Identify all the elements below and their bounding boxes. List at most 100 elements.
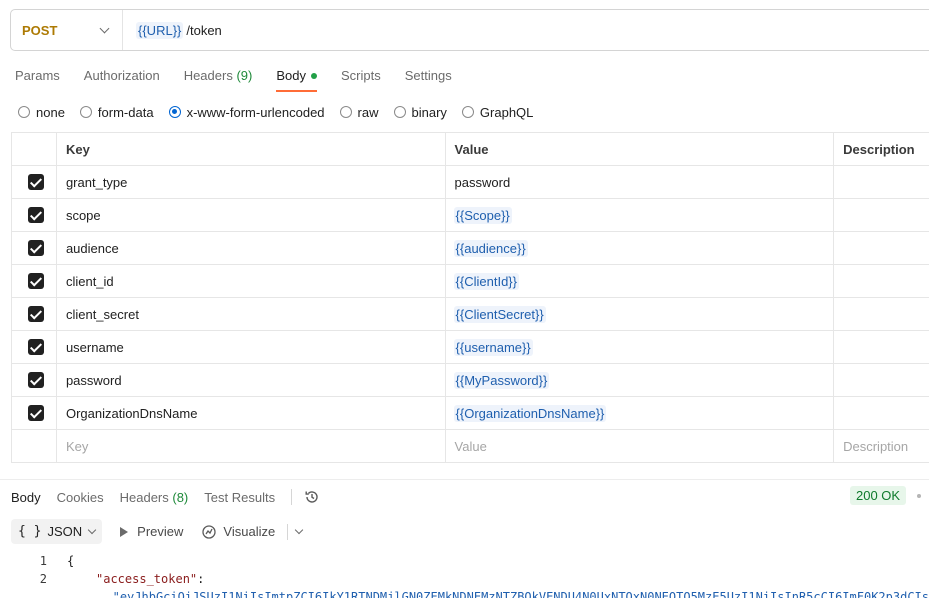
row-description[interactable]: [834, 232, 929, 264]
line-number: 2: [39, 572, 47, 586]
radio-form-data[interactable]: form-data: [79, 105, 154, 120]
row-description[interactable]: [834, 364, 929, 396]
header-checkbox-cell: [12, 133, 57, 165]
value-variable: {{MyPassword}}: [453, 371, 550, 389]
play-icon: [120, 526, 129, 537]
new-value-input[interactable]: Value: [446, 430, 835, 462]
table-row: client_id {{ClientId}}: [12, 265, 929, 298]
new-description-input[interactable]: Description: [834, 430, 929, 462]
code-text: {: [67, 554, 75, 568]
url-variable[interactable]: {{URL}}: [136, 21, 184, 39]
response-code[interactable]: 1 { 2 "access_token": "eyJhbGciOiJSUzI1N…: [0, 552, 929, 598]
row-description[interactable]: [834, 298, 929, 330]
row-value[interactable]: {{OrganizationDnsName}}: [446, 397, 835, 429]
row-description[interactable]: [834, 397, 929, 429]
tab-headers[interactable]: Headers (9): [184, 68, 253, 92]
header-value: Value: [446, 133, 835, 165]
tab-params[interactable]: Params: [15, 68, 60, 92]
row-checkbox[interactable]: [28, 306, 45, 322]
row-key[interactable]: audience: [57, 232, 446, 264]
response-tab-cookies[interactable]: Cookies: [57, 490, 104, 505]
row-key[interactable]: client_secret: [57, 298, 446, 330]
row-checkbox[interactable]: [28, 207, 45, 223]
tab-authorization[interactable]: Authorization: [84, 68, 160, 92]
row-value[interactable]: {{username}}: [446, 331, 835, 363]
row-key[interactable]: client_id: [57, 265, 446, 297]
radio-x-www-form-urlencoded[interactable]: x-www-form-urlencoded: [168, 105, 325, 120]
new-key-input[interactable]: Key: [57, 430, 446, 462]
tab-separator: [291, 489, 293, 505]
history-icon[interactable]: [304, 489, 320, 505]
response-headers-count: (8): [172, 489, 189, 505]
radio-circle[interactable]: [18, 106, 30, 118]
row-checkbox[interactable]: [28, 372, 45, 388]
row-value[interactable]: {{MyPassword}}: [446, 364, 835, 396]
table-new-row: Key Value Description: [12, 430, 929, 463]
row-key[interactable]: scope: [57, 199, 446, 231]
row-key[interactable]: OrganizationDnsName: [57, 397, 446, 429]
row-checkbox[interactable]: [28, 273, 45, 289]
table-row: OrganizationDnsName {{OrganizationDnsNam…: [12, 397, 929, 430]
preview-button[interactable]: Preview: [120, 524, 183, 539]
radio-graphql[interactable]: GraphQL: [461, 105, 533, 120]
radio-circle[interactable]: [393, 106, 406, 118]
json-string: "eyJhbGciOiJSUzI1NiIsImtpZCI6IkY1RTNDMjl…: [112, 590, 929, 598]
row-value[interactable]: {{audience}}: [446, 232, 835, 264]
row-value[interactable]: {{ClientSecret}}: [446, 298, 835, 330]
headers-count: (9): [236, 68, 253, 83]
chevron-down-icon: [99, 23, 110, 33]
row-description[interactable]: [834, 199, 929, 231]
row-description[interactable]: [834, 166, 929, 198]
code-text: "eyJhbGciOiJSUzI1NiIsImtpZCI6IkY1RTNDMjl…: [35, 588, 929, 598]
request-tabs: Params Authorization Headers (9) Body Sc…: [15, 68, 476, 92]
tab-scripts[interactable]: Scripts: [341, 68, 381, 92]
url-bar: POST {{URL}} /token: [10, 9, 929, 51]
row-value[interactable]: {{ClientId}}: [446, 265, 835, 297]
chevron-down-icon[interactable]: [294, 525, 304, 534]
code-line: 1 {: [0, 552, 929, 570]
value-variable: {{username}}: [453, 338, 533, 356]
radio-circle[interactable]: [461, 106, 474, 118]
value-text: password: [454, 174, 511, 190]
header-key: Key: [57, 133, 446, 165]
radio-circle[interactable]: [168, 106, 181, 118]
response-tab-test-results[interactable]: Test Results: [204, 490, 275, 505]
method-select[interactable]: POST: [11, 10, 123, 50]
body-modified-dot: [310, 72, 317, 79]
row-checkbox[interactable]: [28, 240, 45, 256]
radio-none[interactable]: none: [18, 105, 65, 120]
row-description[interactable]: [834, 265, 929, 297]
code-text: "access_token":: [47, 570, 204, 588]
radio-binary[interactable]: binary: [393, 105, 447, 120]
format-select[interactable]: { } JSON: [11, 519, 103, 544]
row-key[interactable]: grant_type: [57, 166, 446, 198]
visualize-icon: [202, 524, 217, 539]
json-colon: :: [197, 572, 205, 586]
radio-circle[interactable]: [339, 106, 352, 118]
method-label: POST: [22, 22, 58, 38]
row-value[interactable]: {{Scope}}: [446, 199, 835, 231]
tab-body[interactable]: Body: [276, 68, 317, 92]
table-row: audience {{audience}}: [12, 232, 929, 265]
response-tab-body[interactable]: Body: [11, 490, 41, 505]
row-description[interactable]: [834, 331, 929, 363]
value-variable: {{audience}}: [453, 239, 528, 257]
header-description: Description: [843, 141, 915, 157]
row-checkbox[interactable]: [28, 174, 45, 190]
tab-settings[interactable]: Settings: [405, 68, 452, 92]
row-key[interactable]: password: [57, 364, 446, 396]
section-divider[interactable]: [0, 479, 929, 480]
row-checkbox[interactable]: [28, 339, 45, 355]
response-tabs: Body Cookies Headers (8) Test Results: [11, 488, 320, 506]
radio-raw[interactable]: raw: [339, 105, 379, 120]
row-checkbox[interactable]: [28, 405, 45, 421]
visualize-button[interactable]: Visualize: [201, 524, 275, 540]
url-input[interactable]: {{URL}} /token: [123, 21, 222, 39]
code-line: 2 "access_token":: [0, 570, 929, 588]
radio-circle[interactable]: [79, 106, 92, 118]
chevron-down-icon: [87, 525, 97, 534]
response-tab-headers[interactable]: Headers (8): [120, 490, 189, 505]
row-key[interactable]: username: [57, 331, 446, 363]
line-number: 1: [39, 554, 47, 568]
row-value[interactable]: password: [446, 166, 835, 198]
